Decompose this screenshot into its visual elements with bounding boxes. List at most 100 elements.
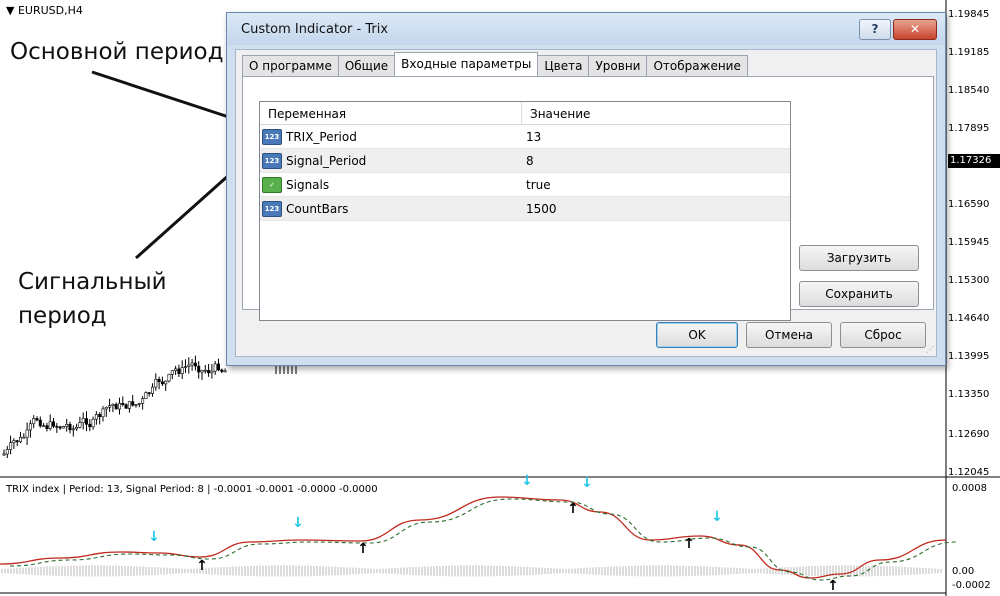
candle-body — [78, 422, 82, 428]
custom-indicator-dialog: Custom Indicator - Trix ? ✕ О программе … — [226, 12, 946, 366]
candle-body — [81, 418, 85, 423]
price-axis-label: 1.12045 — [948, 467, 990, 478]
candle-body — [184, 366, 188, 368]
dialog-titlebar[interactable]: Custom Indicator - Trix ? ✕ — [227, 13, 945, 45]
candle-body — [104, 406, 108, 410]
tab-about[interactable]: О программе — [242, 55, 339, 76]
param-name: TRIX_Period — [286, 130, 357, 144]
candle-body — [118, 402, 122, 410]
ok-button[interactable]: OK — [656, 322, 738, 348]
candle-body — [51, 421, 55, 427]
callout-main-period: Основной период — [10, 39, 224, 65]
integer-icon: 123 — [262, 201, 282, 217]
candle-body — [114, 404, 118, 410]
param-row[interactable]: 123 Signal_Period 8 — [260, 149, 790, 173]
candle-body — [75, 426, 79, 430]
price-axis-label: 1.19185 — [948, 47, 990, 58]
candle-body — [65, 424, 69, 427]
candle-body — [207, 369, 211, 374]
indicator-axis-top: 0.0008 — [952, 483, 987, 494]
candle-body — [180, 367, 184, 374]
candle-body — [193, 362, 197, 367]
indicator-axis-zero: 0.00 — [952, 566, 975, 577]
candle-body — [45, 425, 49, 429]
candle-body — [164, 380, 168, 385]
candle-body — [203, 369, 207, 372]
param-value[interactable]: 13 — [526, 130, 541, 144]
candle-body — [154, 379, 158, 388]
buy-arrow-icon: ↑ — [827, 578, 839, 594]
callout-signal-period-2: период — [18, 303, 107, 329]
price-axis-label: 1.17895 — [948, 123, 990, 134]
price-axis-label: 1.19845 — [948, 9, 990, 20]
buy-arrow-icon: ↑ — [357, 541, 369, 557]
candle-body — [141, 398, 145, 404]
param-row[interactable]: 123 TRIX_Period 13 — [260, 125, 790, 149]
price-axis-label: 1.12690 — [948, 429, 990, 440]
sell-arrow-icon: ↓ — [521, 473, 533, 489]
param-row[interactable]: ✓ Signals true — [260, 173, 790, 197]
column-header-value[interactable]: Значение — [530, 107, 590, 121]
param-name: Signal_Period — [286, 154, 367, 168]
candle-body — [101, 408, 105, 418]
candle-body — [28, 423, 32, 431]
candle-body — [170, 370, 174, 375]
candle-body — [32, 418, 36, 425]
dialog-title: Custom Indicator - Trix — [241, 22, 389, 37]
buy-arrow-icon: ↑ — [567, 501, 579, 517]
price-axis-label: 1.16590 — [948, 199, 990, 210]
candle-body — [18, 436, 22, 443]
price-axis-label: 1.13350 — [948, 389, 990, 400]
params-grid: Переменная Значение 123 TRIX_Period 13 1… — [259, 101, 791, 321]
cancel-button[interactable]: Отмена — [746, 322, 832, 348]
candle-body — [94, 414, 98, 420]
chart-symbol: ▼ EURUSD,H4 — [6, 4, 83, 17]
candle-body — [111, 404, 115, 407]
candle-body — [98, 414, 102, 418]
param-row[interactable]: 123 CountBars 1500 — [260, 197, 790, 221]
sell-arrow-icon: ↓ — [148, 529, 160, 545]
tab-visualization[interactable]: Отображение — [646, 55, 748, 76]
dialog-client: О программе Общие Входные параметры Цвет… — [235, 49, 937, 357]
param-name: CountBars — [286, 202, 349, 216]
close-button[interactable]: ✕ — [893, 19, 937, 40]
param-value[interactable]: true — [526, 178, 551, 192]
load-button[interactable]: Загрузить — [799, 245, 919, 271]
candle-body — [91, 418, 95, 428]
reset-button[interactable]: Сброс — [840, 322, 926, 348]
candle-body — [147, 392, 151, 394]
column-header-variable[interactable]: Переменная — [268, 107, 346, 121]
candle-body — [12, 440, 16, 443]
boolean-icon: ✓ — [262, 177, 282, 193]
resize-grip-icon[interactable]: ⋰ — [926, 345, 934, 354]
candle-body — [22, 436, 26, 439]
tab-inputs[interactable]: Входные параметры — [394, 52, 539, 76]
candle-body — [58, 426, 62, 429]
candle-body — [174, 368, 178, 371]
candle-body — [213, 363, 217, 372]
tab-colors[interactable]: Цвета — [537, 55, 590, 76]
grid-header: Переменная Значение — [260, 102, 790, 125]
candle-body — [127, 401, 131, 409]
price-axis-label: 1.13995 — [948, 351, 990, 362]
sell-arrow-icon: ↓ — [711, 509, 723, 525]
param-value[interactable]: 8 — [526, 154, 534, 168]
sell-arrow-icon: ↓ — [292, 515, 304, 531]
candle-body — [38, 419, 42, 427]
help-button[interactable]: ? — [859, 19, 891, 40]
tab-levels[interactable]: Уровни — [588, 55, 648, 76]
candle-body — [88, 423, 92, 428]
candle-body — [71, 428, 75, 431]
price-axis-label: 1.15945 — [948, 237, 990, 248]
candle-body — [210, 370, 214, 374]
candle-body — [85, 418, 89, 425]
price-axis-label: 1.18540 — [948, 85, 990, 96]
integer-icon: 123 — [262, 129, 282, 145]
tab-common[interactable]: Общие — [337, 55, 396, 76]
candle-body — [131, 401, 135, 406]
param-value[interactable]: 1500 — [526, 202, 557, 216]
candle-body — [68, 424, 72, 431]
save-button[interactable]: Сохранить — [799, 281, 919, 307]
candle-body — [48, 421, 52, 429]
indicator-histogram — [1, 565, 942, 577]
